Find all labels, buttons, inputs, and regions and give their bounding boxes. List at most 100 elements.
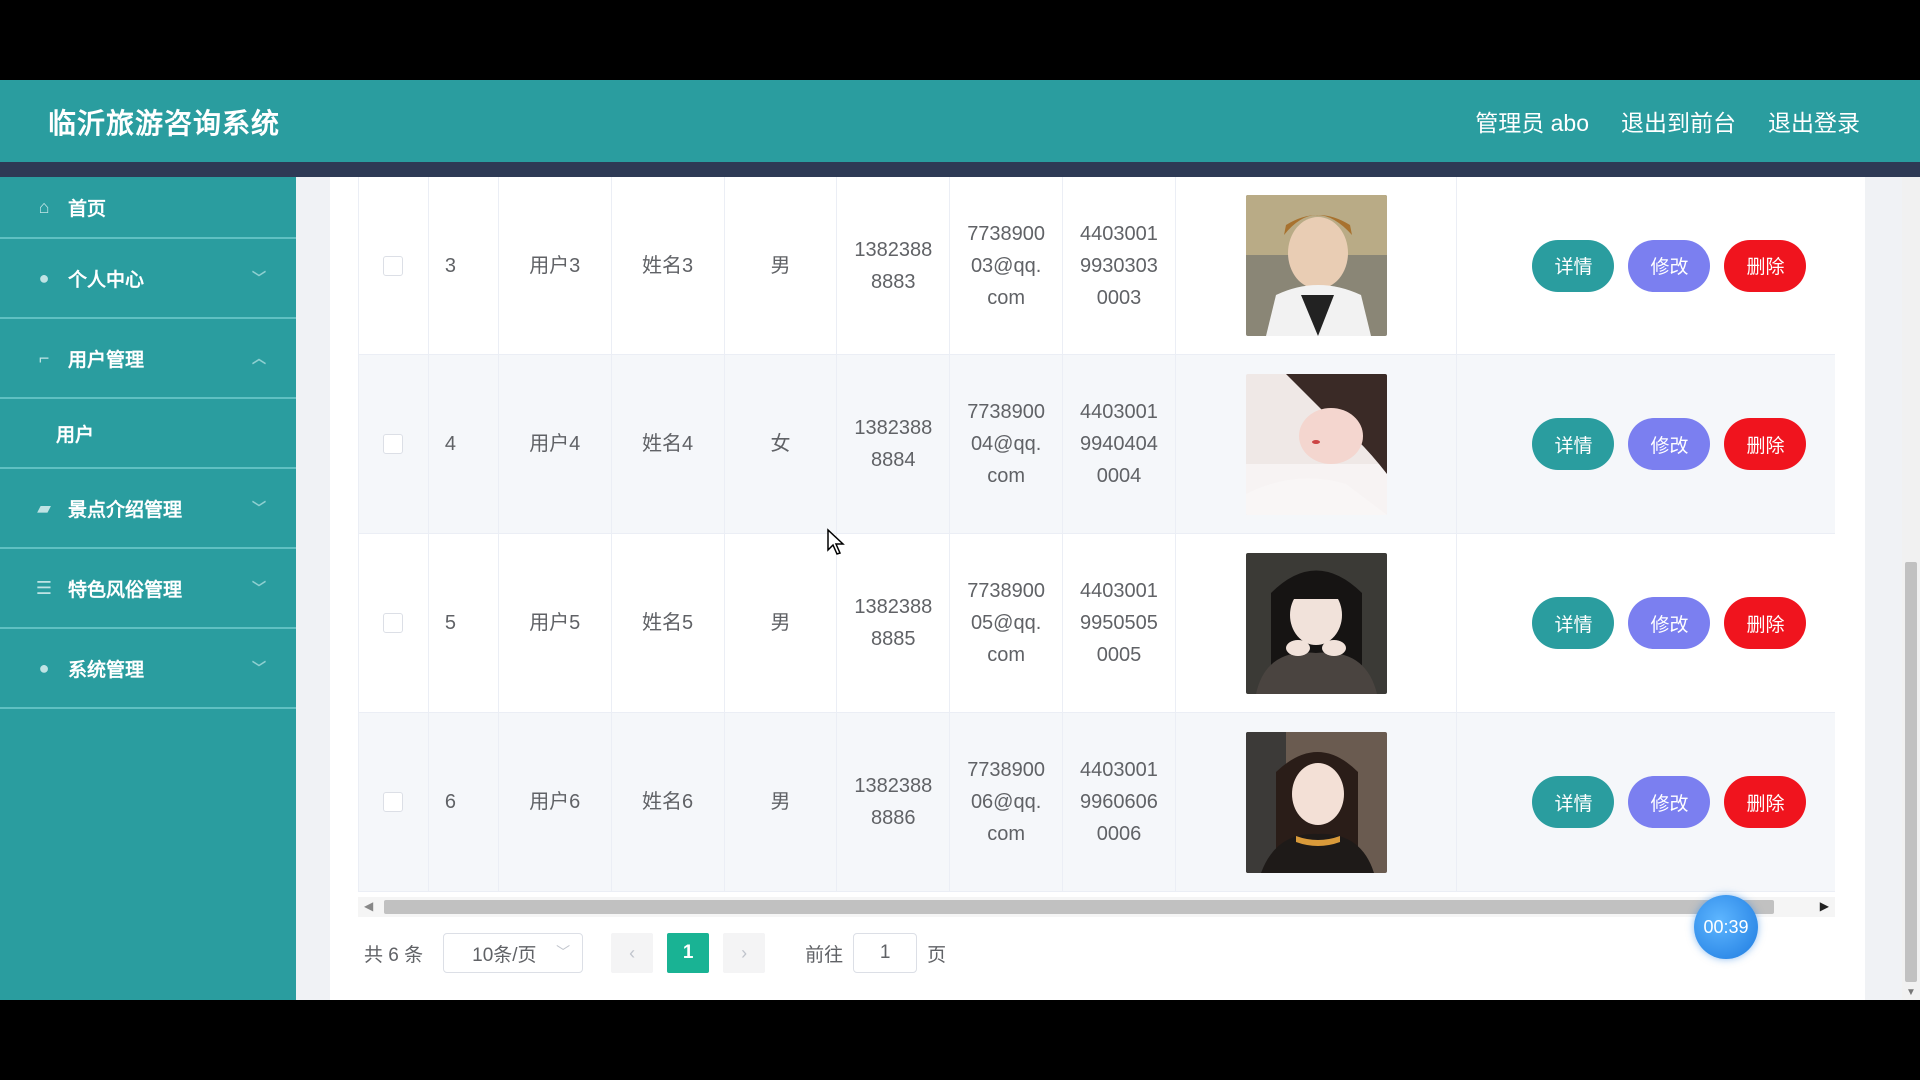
sidebar-item-label: 用户管理 (68, 349, 145, 371)
to-front-link[interactable]: 退出到前台 (1621, 104, 1736, 138)
cell-photo (1176, 355, 1458, 533)
chevron-down-icon: ﹀ (252, 660, 266, 676)
cell-sex: 男 (725, 713, 838, 891)
cell-account: 用户3 (499, 177, 612, 354)
sidebar-subitem-users[interactable]: 用户 (0, 399, 296, 469)
top-header: 临沂旅游咨询系统 管理员 abo 退出到前台 退出登录 (0, 80, 1920, 162)
user-photo (1245, 195, 1387, 336)
table-row: 3 用户3 姓名3 男 1382388 8883 7738900 03@qq. … (359, 177, 1835, 355)
sidebar-item-label: 用户 (56, 424, 95, 446)
app-title: 临沂旅游咨询系统 (48, 108, 281, 139)
total-count: 共 6 条 (364, 944, 424, 966)
delete-button[interactable]: 删除 (1724, 597, 1807, 649)
cell-index: 3 (429, 177, 499, 354)
scroll-left-icon[interactable]: ◀ (364, 899, 373, 913)
briefcase-icon: ▰ (37, 498, 51, 518)
user-photo (1245, 373, 1387, 515)
cell-phone: 1382388 8883 (837, 177, 951, 354)
row-checkbox[interactable] (383, 434, 404, 454)
app-screen: 临沂旅游咨询系统 管理员 abo 退出到前台 退出登录 ⌂ 首页 ● 个人中心 … (0, 80, 1920, 1000)
page-size-select[interactable]: 10条/页 ﹀ (443, 933, 584, 973)
row-checkbox-cell (359, 534, 429, 712)
cell-index: 4 (429, 355, 499, 533)
sidebar-item-user-management[interactable]: ⌐ 用户管理 ︿ (0, 319, 296, 399)
mouse-cursor-icon (827, 528, 845, 555)
chevron-left-icon: ‹ (629, 942, 636, 963)
detail-button[interactable]: 详情 (1532, 597, 1615, 649)
table-row: 5 用户5 姓名5 男 1382388 8885 7738900 05@qq. … (359, 534, 1835, 713)
header-divider (0, 162, 1920, 177)
sidebar-item-attractions[interactable]: ▰ 景点介绍管理 ﹀ (0, 469, 296, 549)
row-checkbox[interactable] (383, 613, 404, 633)
user-photo (1245, 731, 1387, 873)
cell-actions: 详情 修改 删除 (1457, 355, 1835, 533)
row-checkbox-cell (359, 177, 429, 354)
edit-button[interactable]: 修改 (1628, 239, 1711, 292)
cell-id-number: 4403001 9940404 0004 (1063, 355, 1176, 533)
row-checkbox[interactable] (383, 792, 404, 812)
chevron-down-icon: ﹀ (252, 500, 266, 516)
home-icon: ⌂ (38, 197, 50, 217)
pagination: 共 6 条 10条/页 ﹀ ‹ 1 › 前往 页 (364, 933, 946, 973)
cell-name: 姓名3 (612, 177, 725, 354)
cell-id-number: 4403001 9950505 0005 (1063, 534, 1176, 712)
sidebar-item-label: 特色风俗管理 (68, 579, 183, 601)
chevron-down-icon: ﹀ (252, 270, 266, 286)
cell-sex: 男 (725, 177, 838, 354)
scroll-right-icon[interactable]: ▶ (1820, 899, 1829, 913)
goto-page-input[interactable] (853, 933, 918, 973)
sidebar-item-customs[interactable]: ☰ 特色风俗管理 ﹀ (0, 549, 296, 629)
header-actions: 管理员 abo 退出到前台 退出登录 (1475, 104, 1860, 138)
cell-photo (1176, 534, 1458, 712)
cell-name: 姓名5 (612, 534, 725, 712)
sidebar-item-label: 首页 (68, 198, 107, 220)
crop-icon: ⌐ (38, 348, 50, 368)
delete-button[interactable]: 删除 (1724, 239, 1807, 292)
admin-label: 管理员 abo (1475, 110, 1589, 136)
page-unit-label: 页 (927, 944, 947, 966)
vertical-scrollbar[interactable]: ▼ (1902, 177, 1920, 1000)
delete-button[interactable]: 删除 (1724, 418, 1807, 470)
cell-phone: 1382388 8886 (837, 713, 951, 891)
sidebar-item-system[interactable]: ● 系统管理 ﹀ (0, 629, 296, 709)
detail-button[interactable]: 详情 (1532, 239, 1615, 292)
sidebar-item-label: 景点介绍管理 (68, 499, 183, 521)
delete-button[interactable]: 删除 (1724, 776, 1807, 828)
cell-sex: 女 (725, 355, 838, 533)
scroll-thumb[interactable] (384, 900, 1774, 914)
prev-page-button[interactable]: ‹ (611, 933, 654, 973)
sidebar-item-home[interactable]: ⌂ 首页 (0, 177, 296, 239)
cell-email: 7738900 05@qq. com (950, 534, 1064, 712)
cell-phone: 1382388 8885 (837, 534, 951, 712)
page-size-value: 10条/页 (472, 944, 537, 966)
logout-link[interactable]: 退出登录 (1768, 104, 1860, 138)
list-icon: ☰ (35, 578, 53, 598)
horizontal-scrollbar[interactable]: ◀ ▶ (358, 897, 1835, 917)
scroll-down-icon[interactable]: ▼ (1906, 987, 1916, 998)
cell-sex: 男 (725, 534, 838, 712)
recording-timer: 00:39 (1694, 895, 1758, 959)
detail-button[interactable]: 详情 (1532, 418, 1615, 470)
goto-label: 前往 (805, 944, 844, 966)
cell-actions: 详情 修改 删除 (1457, 534, 1835, 712)
cell-actions: 详情 修改 删除 (1457, 177, 1835, 354)
cell-index: 5 (429, 534, 499, 712)
sidebar-item-label: 系统管理 (68, 659, 145, 681)
detail-button[interactable]: 详情 (1532, 776, 1615, 828)
edit-button[interactable]: 修改 (1628, 597, 1711, 649)
next-page-button[interactable]: › (723, 933, 766, 973)
row-checkbox[interactable] (383, 255, 404, 276)
table-row: 4 用户4 姓名4 女 1382388 8884 7738900 04@qq. … (359, 355, 1835, 534)
edit-button[interactable]: 修改 (1628, 418, 1711, 470)
vertical-scroll-thumb[interactable] (1905, 562, 1917, 982)
row-checkbox-cell (359, 713, 429, 891)
cell-name: 姓名4 (612, 355, 725, 533)
chevron-up-icon: ︿ (252, 350, 266, 366)
sidebar-item-label: 个人中心 (68, 269, 145, 291)
cell-account: 用户4 (499, 355, 612, 533)
user-photo (1245, 552, 1387, 694)
edit-button[interactable]: 修改 (1628, 776, 1711, 828)
sidebar-item-personal[interactable]: ● 个人中心 ﹀ (0, 239, 296, 319)
cell-name: 姓名6 (612, 713, 725, 891)
page-number-current[interactable]: 1 (667, 933, 710, 973)
